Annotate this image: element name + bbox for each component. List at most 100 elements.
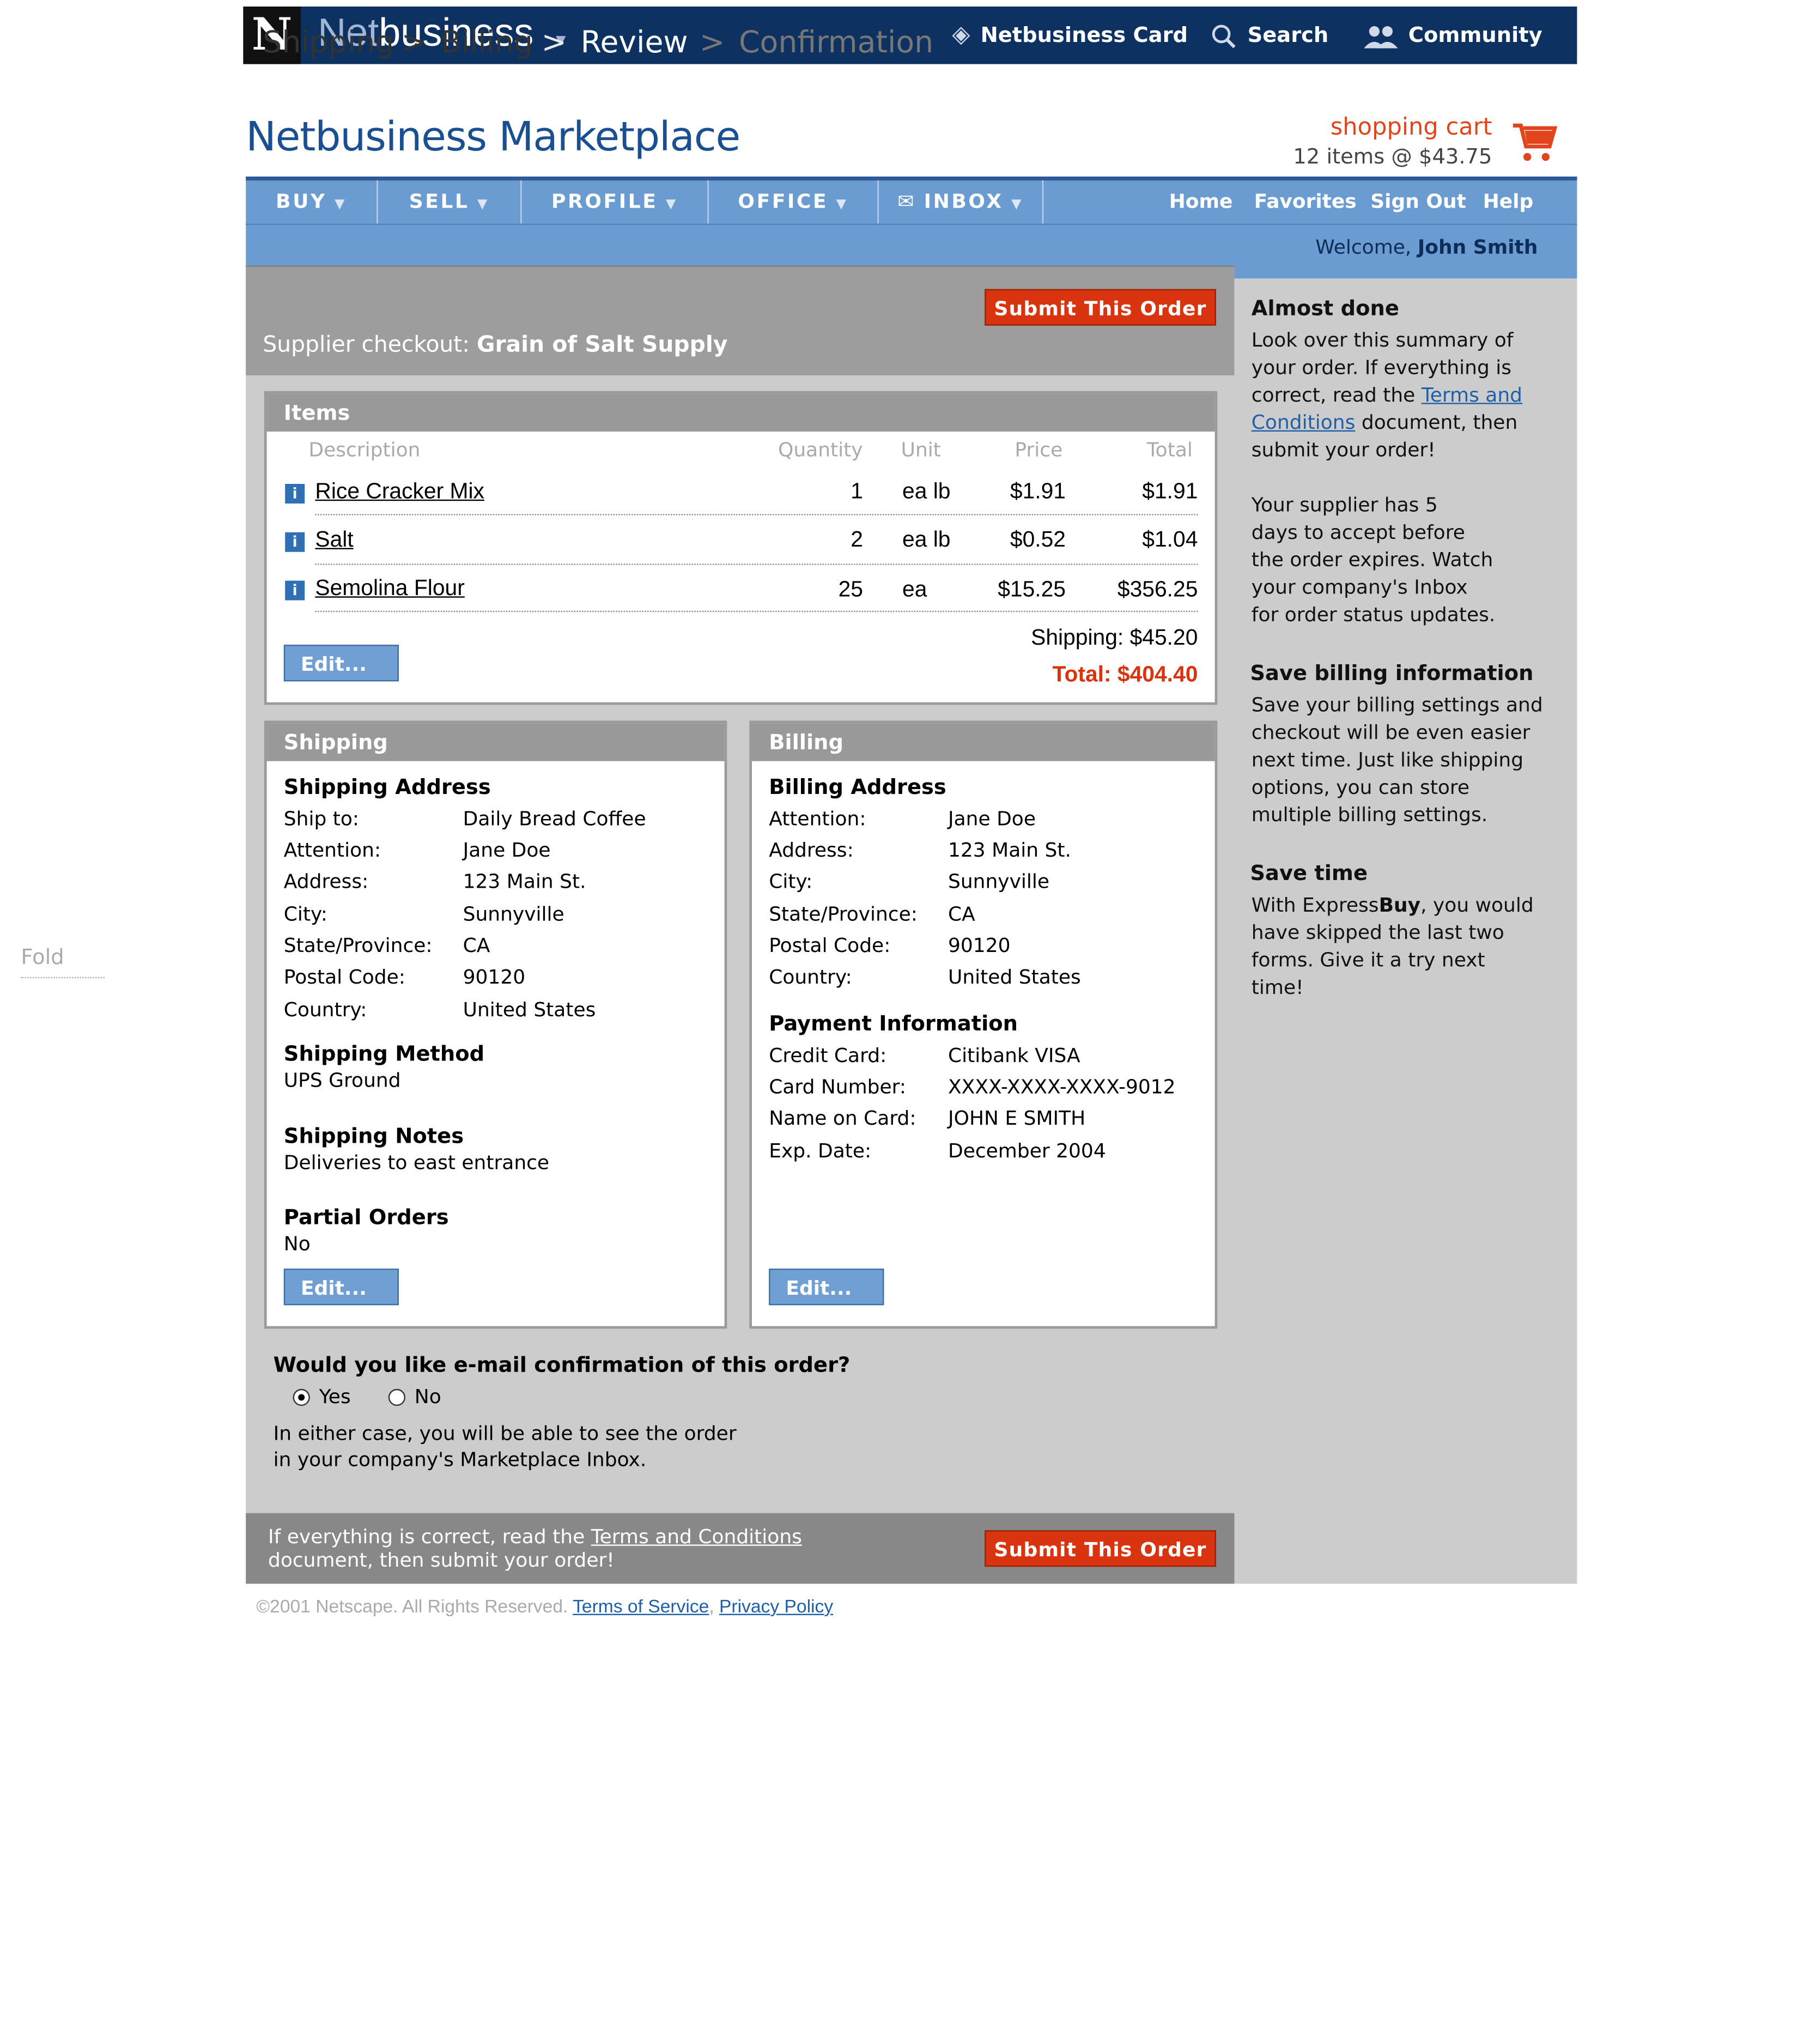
search-link[interactable]: Search — [1211, 7, 1328, 64]
email-yes-radio[interactable] — [293, 1388, 310, 1406]
sidebar-line: for order status updates. — [1251, 603, 1496, 627]
sidebar-line: forms. Give it a try next — [1251, 948, 1485, 972]
sidebar-heading-save-time: Save time — [1250, 860, 1368, 885]
row-divider — [315, 610, 1198, 612]
field-value: 123 Main St. — [463, 870, 586, 894]
item-quantity: 1 — [851, 478, 864, 504]
item-quantity: 25 — [838, 577, 864, 602]
nav-inbox[interactable]: ✉ INBOX ▼ — [879, 180, 1044, 224]
field-value: Sunnyville — [948, 870, 1050, 894]
sidebar-line: , you would — [1420, 893, 1534, 917]
sidebar-paragraph: Save your billing settings and checkout … — [1252, 692, 1543, 829]
nav-home-link[interactable]: Home — [1169, 180, 1233, 223]
footer-line2: document, then submit your order! — [268, 1548, 615, 1572]
supplier-name: Grain of Salt Supply — [477, 332, 728, 359]
email-yes-label[interactable]: Yes — [319, 1385, 351, 1409]
card-icon: ◈ — [952, 21, 970, 48]
item-link[interactable]: Semolina Flour — [315, 575, 464, 602]
sidebar-line: Save your billing settings and — [1251, 693, 1543, 717]
nav-help-link[interactable]: Help — [1483, 180, 1534, 223]
field-value: Jane Doe — [948, 806, 1036, 830]
field-label: City: — [769, 870, 813, 894]
community-link-label: Community — [1408, 22, 1542, 47]
email-note-line1: In either case, you will be able to see … — [273, 1421, 737, 1445]
info-icon[interactable]: i — [285, 532, 305, 552]
item-unit: ea lb — [902, 478, 951, 504]
shipping-panel-title: Shipping — [266, 723, 725, 761]
item-unit: ea lb — [902, 527, 951, 552]
sidebar-line: time! — [1251, 975, 1304, 999]
partial-orders-heading: Partial Orders — [283, 1204, 449, 1229]
nav-office[interactable]: OFFICE ▼ — [709, 180, 879, 224]
field-value: Citibank VISA — [948, 1044, 1080, 1068]
fold-marker: Fold — [21, 944, 105, 979]
submit-order-button-bottom[interactable]: Submit This Order — [985, 1530, 1216, 1567]
nav-favorites-link[interactable]: Favorites — [1254, 180, 1357, 223]
edit-billing-button[interactable]: Edit... — [769, 1269, 884, 1306]
billing-address-heading: Billing Address — [769, 774, 946, 799]
edit-items-button[interactable]: Edit... — [283, 645, 399, 682]
nav-buy[interactable]: BUY ▼ — [246, 180, 378, 224]
search-icon — [1212, 24, 1236, 48]
sidebar-line: your order. If everything is — [1251, 355, 1512, 379]
nav-profile[interactable]: PROFILE ▼ — [522, 180, 709, 224]
item-total: $356.25 — [1117, 577, 1198, 602]
sidebar-terms-link[interactable]: Terms and — [1422, 383, 1522, 407]
community-link[interactable]: Community — [1364, 7, 1542, 64]
copyright-separator: , — [709, 1596, 714, 1617]
field-label: Country: — [769, 965, 852, 989]
item-link[interactable]: Rice Cracker Mix — [315, 478, 484, 505]
field-label: Card Number: — [769, 1075, 906, 1099]
field-value: 90120 — [463, 965, 526, 989]
field-label: Credit Card: — [769, 1044, 887, 1068]
netbusiness-card-link[interactable]: ◈ Netbusiness Card — [952, 7, 1188, 64]
nav-signout-link[interactable]: Sign Out — [1370, 180, 1466, 223]
sidebar-line: next time. Just like shipping — [1251, 748, 1524, 772]
field-value: 90120 — [948, 933, 1011, 957]
privacy-policy-link[interactable]: Privacy Policy — [719, 1596, 833, 1616]
sidebar-heading-save-billing: Save billing information — [1250, 660, 1534, 686]
sidebar-line: document, then — [1361, 410, 1518, 434]
item-price: $15.25 — [998, 577, 1066, 602]
sidebar-heading-almost-done: Almost done — [1251, 295, 1399, 320]
shipping-method-heading: Shipping Method — [283, 1041, 485, 1066]
submit-order-button-top[interactable]: Submit This Order — [985, 289, 1216, 326]
row-divider — [315, 514, 1198, 515]
email-no-label[interactable]: No — [415, 1385, 441, 1409]
sidebar-conditions-link[interactable]: Conditions — [1252, 411, 1356, 434]
terms-link[interactable]: Terms and Conditions — [591, 1525, 802, 1548]
step-review: Review — [580, 26, 688, 60]
email-no-radio[interactable] — [388, 1388, 405, 1406]
item-unit: ea — [902, 577, 927, 602]
info-icon[interactable]: i — [285, 484, 305, 504]
step-confirmation: Confirmation — [739, 26, 934, 60]
item-total: $1.91 — [1142, 478, 1198, 504]
item-link[interactable]: Salt — [315, 527, 353, 553]
chevron-down-icon: ▼ — [665, 197, 678, 212]
sidebar-line: options, you can store — [1251, 775, 1470, 799]
field-value: Sunnyville — [463, 902, 564, 926]
nav-sell[interactable]: SELL ▼ — [378, 180, 522, 224]
terms-of-service-link[interactable]: Terms of Service — [573, 1596, 709, 1616]
footer-text: If everything is correct, read the Terms… — [268, 1525, 802, 1572]
field-value: Jane Doe — [463, 838, 551, 862]
main-nav: BUY ▼ SELL ▼ PROFILE ▼ OFFICE ▼ ✉ INBOX ▼ Home… — [246, 177, 1577, 224]
shopping-cart-link[interactable]: shopping cart — [1308, 114, 1492, 141]
shipping-address-heading: Shipping Address — [283, 774, 491, 799]
chevron-down-icon: ▼ — [477, 197, 490, 212]
info-icon[interactable]: i — [285, 580, 305, 601]
col-total: Total — [1146, 438, 1193, 462]
col-quantity: Quantity — [778, 438, 863, 462]
shopping-cart-icon[interactable] — [1510, 118, 1558, 165]
sidebar-line: the order expires. Watch — [1251, 548, 1493, 572]
field-label: Exp. Date: — [769, 1139, 872, 1163]
shipping-cost: Shipping: $45.20 — [1031, 625, 1198, 650]
field-label: City: — [283, 902, 327, 926]
field-label: Address: — [769, 838, 854, 862]
field-value: JOHN E SMITH — [948, 1106, 1086, 1130]
sidebar-line: correct, read the — [1251, 383, 1416, 407]
search-link-label: Search — [1247, 22, 1329, 47]
items-panel-title: Items — [266, 393, 1215, 432]
shipping-notes-value: Deliveries to east entrance — [283, 1151, 550, 1175]
edit-shipping-button[interactable]: Edit... — [283, 1269, 399, 1306]
